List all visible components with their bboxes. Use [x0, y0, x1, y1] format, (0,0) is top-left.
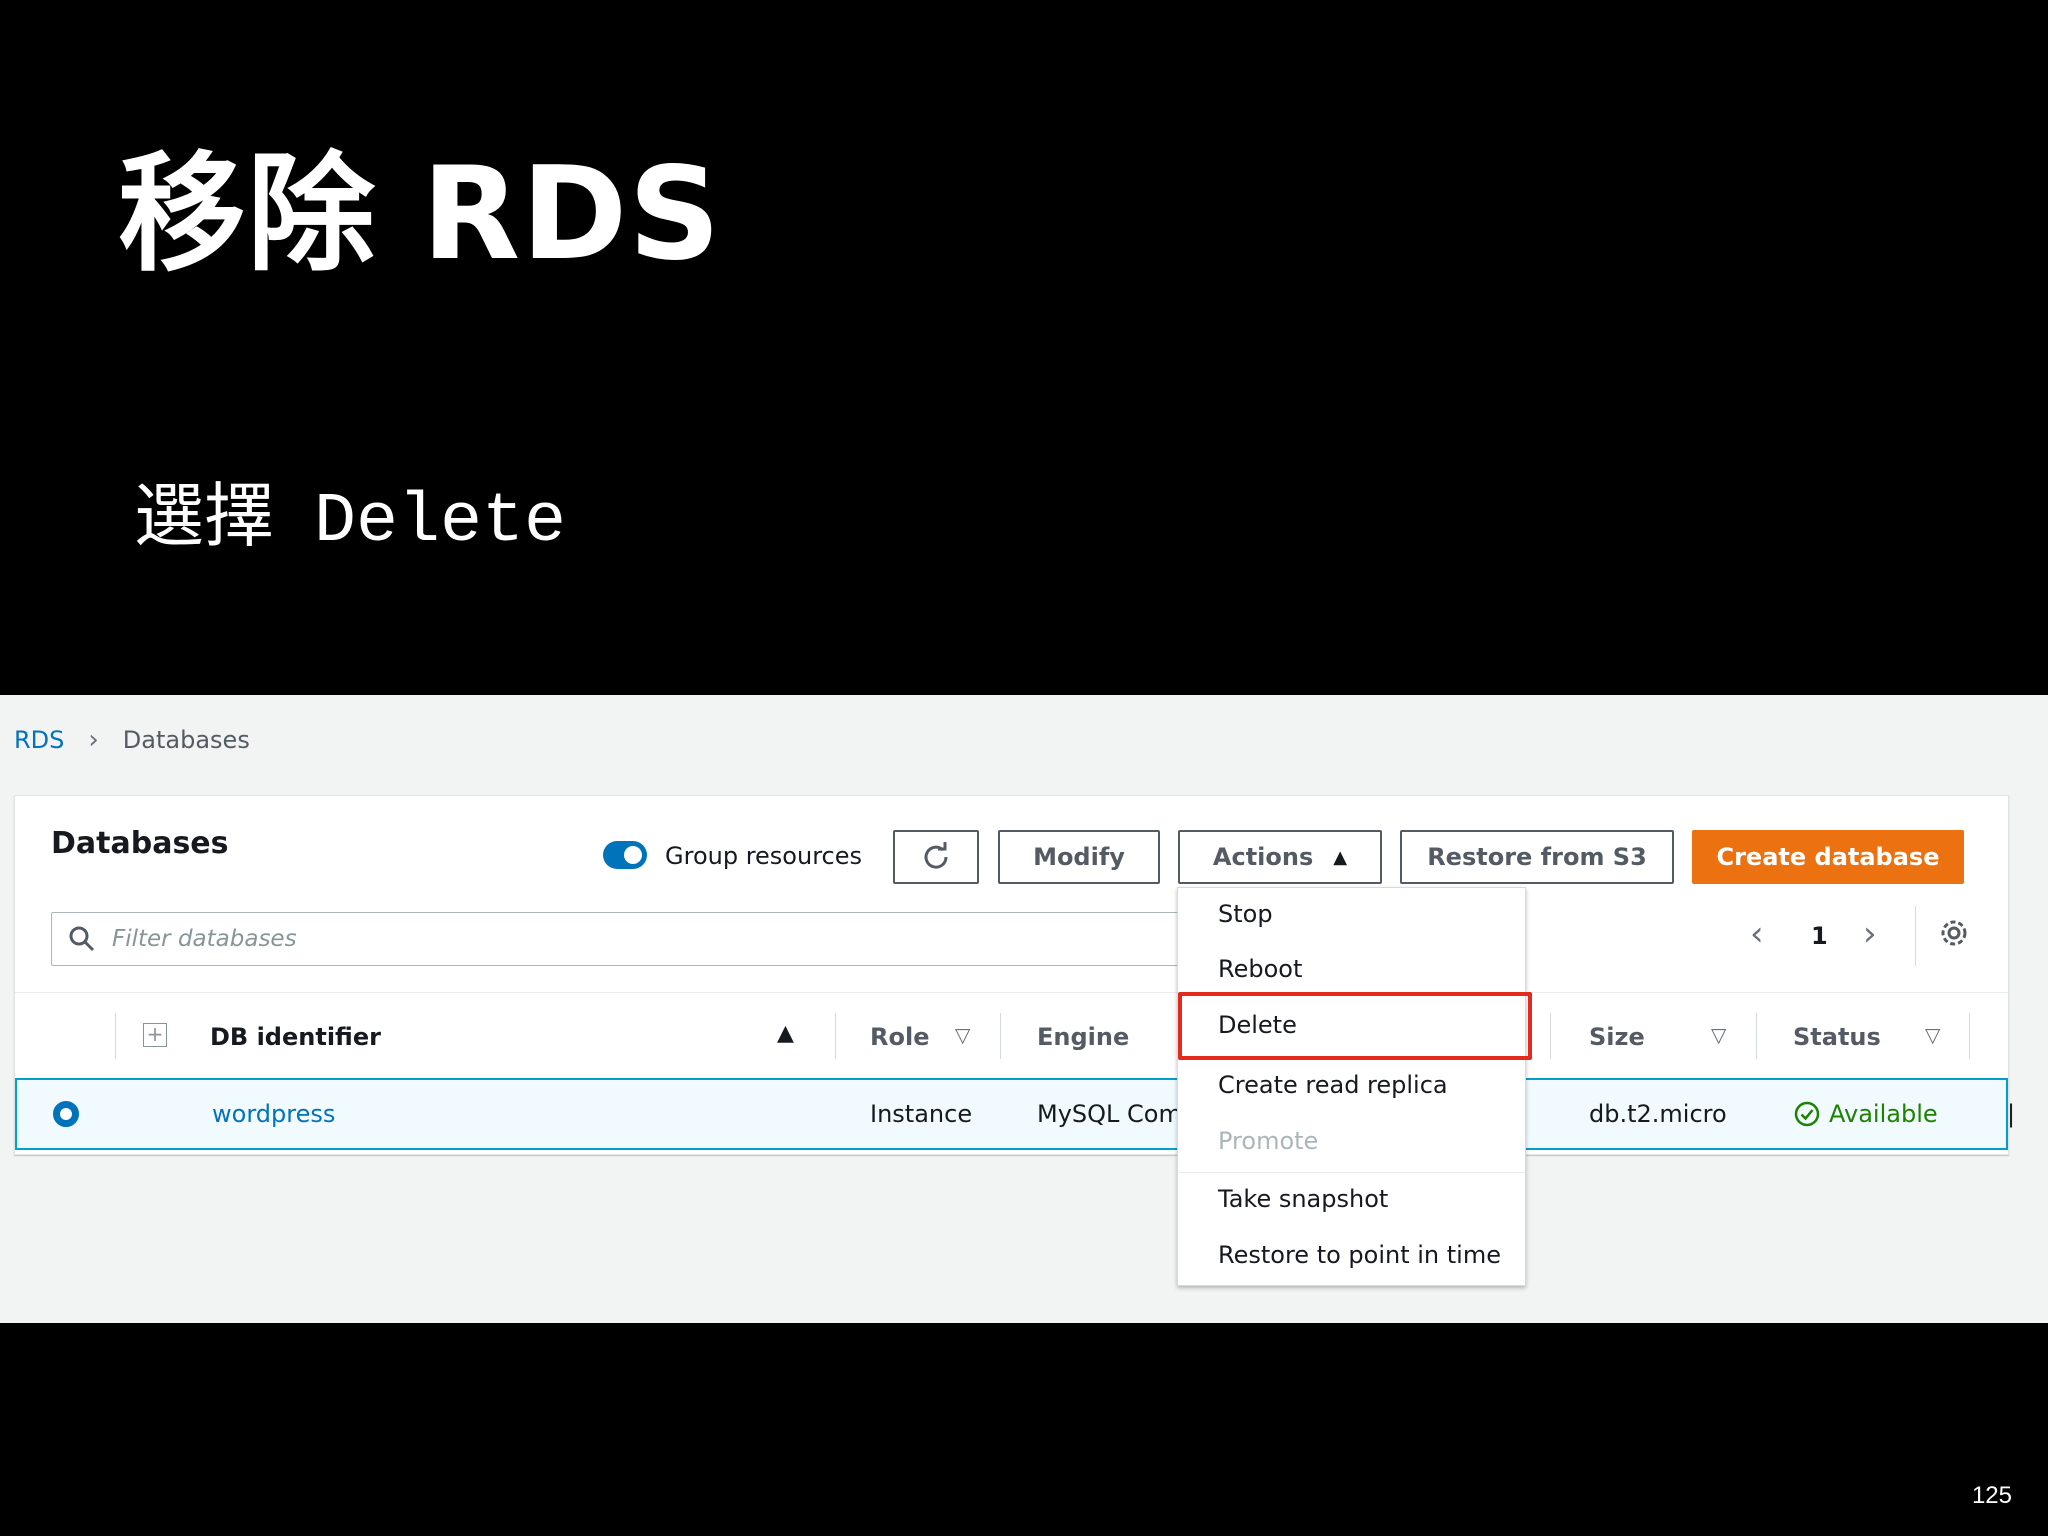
- truncated-column-marker: |: [2007, 1100, 2016, 1128]
- filter-databases-field: [51, 912, 1201, 966]
- menu-item-create-read-replica[interactable]: Create read replica: [1218, 1071, 1448, 1099]
- column-divider: [1000, 1013, 1001, 1059]
- refresh-button[interactable]: [893, 830, 979, 884]
- menu-item-reboot[interactable]: Reboot: [1218, 955, 1302, 983]
- engine-cell: MySQL Community: [1037, 1100, 1187, 1128]
- sort-ascending-icon: ▲: [777, 1021, 794, 1046]
- column-header-db-identifier[interactable]: DB identifier: [210, 1023, 381, 1051]
- column-divider: [1756, 1013, 1757, 1059]
- gear-icon[interactable]: [1937, 916, 1971, 950]
- row-select-radio[interactable]: [53, 1101, 79, 1127]
- menu-item-restore-to-point-in-time[interactable]: Restore to point in time: [1218, 1241, 1501, 1269]
- status-text: Available: [1829, 1100, 1938, 1128]
- slide-title: 移除 RDS: [118, 140, 722, 289]
- column-header-engine[interactable]: Engine: [1037, 1023, 1129, 1051]
- column-header-size[interactable]: Size: [1589, 1023, 1645, 1051]
- column-divider: [1969, 1013, 1970, 1059]
- slide-subtitle: 選擇 Delete: [134, 460, 566, 562]
- column-header-role[interactable]: Role: [870, 1023, 929, 1051]
- breadcrumb-current: Databases: [122, 726, 250, 754]
- actions-button[interactable]: Actions ▲: [1178, 830, 1382, 884]
- breadcrumb: RDS › Databases: [14, 725, 250, 755]
- menu-item-take-snapshot[interactable]: Take snapshot: [1218, 1185, 1388, 1213]
- search-icon: [69, 926, 95, 952]
- subtitle-mono: Delete: [314, 483, 567, 562]
- table-row[interactable]: wordpress Instance MySQL Community db.t2…: [15, 1078, 2015, 1150]
- group-resources-label: Group resources: [665, 842, 863, 870]
- menu-divider: [1178, 1172, 1525, 1173]
- panel-title: Databases: [51, 826, 229, 861]
- menu-item-stop[interactable]: Stop: [1218, 900, 1273, 928]
- sort-down-icon: ▽: [1925, 1023, 1941, 1047]
- create-database-button[interactable]: Create database: [1692, 830, 1964, 884]
- column-divider: [1550, 1013, 1551, 1059]
- filter-databases-input[interactable]: [112, 921, 1112, 957]
- restore-from-s3-button[interactable]: Restore from S3: [1400, 830, 1674, 884]
- refresh-icon: [924, 842, 948, 869]
- group-resources-toggle[interactable]: [603, 841, 647, 869]
- expand-all-icon[interactable]: +: [143, 1023, 167, 1047]
- check-circle-icon: [1794, 1101, 1820, 1127]
- previous-page-button[interactable]: ‹: [1750, 914, 1764, 954]
- current-page-number[interactable]: 1: [1811, 922, 1828, 950]
- rds-console-screenshot: RDS › Databases Databases Group resource…: [0, 695, 2048, 1323]
- page-number: 125: [1971, 1482, 2012, 1509]
- sort-down-icon: ▽: [955, 1023, 971, 1047]
- column-divider: [115, 1013, 116, 1059]
- divider: [1915, 906, 1916, 966]
- table-header: + DB identifier ▲ Role ▽ Engine Size ▽ S…: [15, 992, 2008, 1078]
- caret-up-icon: ▲: [1333, 846, 1348, 868]
- sort-down-icon: ▽: [1711, 1023, 1727, 1047]
- subtitle-cjk: 選擇: [134, 475, 274, 557]
- size-cell: db.t2.micro: [1589, 1100, 1727, 1128]
- delete-highlight-box: [1178, 992, 1532, 1060]
- modify-button[interactable]: Modify: [998, 830, 1160, 884]
- actions-dropdown-menu: Stop Reboot Delete Create read replica P…: [1177, 887, 1526, 1286]
- next-page-button[interactable]: ›: [1863, 914, 1877, 954]
- db-identifier-link[interactable]: wordpress: [212, 1100, 335, 1128]
- role-cell: Instance: [870, 1100, 973, 1128]
- column-divider: [835, 1013, 836, 1059]
- column-header-status[interactable]: Status: [1793, 1023, 1881, 1051]
- databases-panel: Databases Group resources Modify Actions…: [14, 795, 2015, 1155]
- menu-item-promote: Promote: [1218, 1127, 1319, 1155]
- chevron-right-icon: ›: [88, 725, 99, 755]
- actions-label: Actions: [1212, 843, 1314, 871]
- breadcrumb-rds-link[interactable]: RDS: [14, 726, 64, 754]
- status-cell: Available: [1793, 1100, 1938, 1128]
